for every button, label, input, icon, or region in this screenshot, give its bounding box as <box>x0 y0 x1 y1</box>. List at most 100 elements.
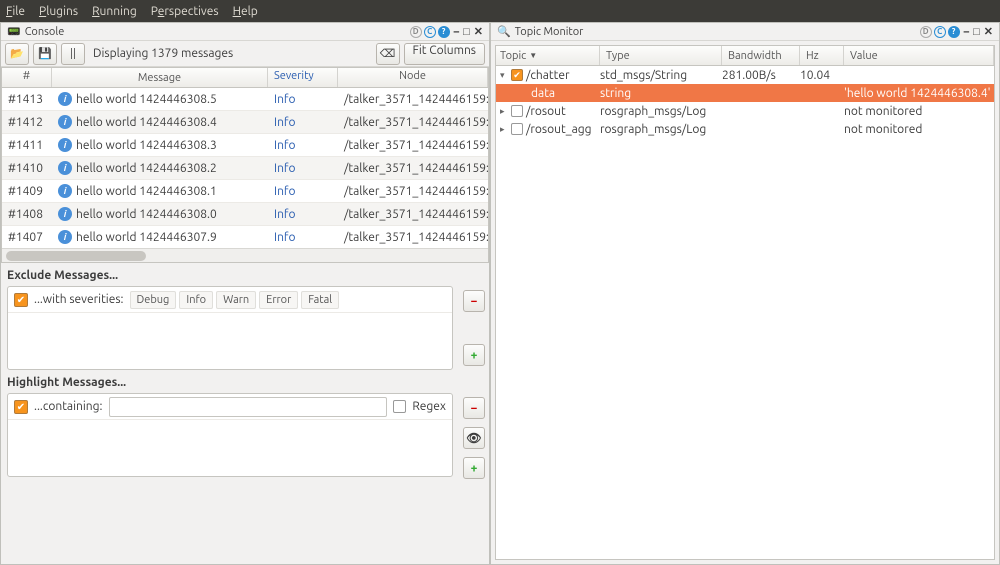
col-severity[interactable]: Severity <box>268 68 338 87</box>
regex-label: Regex <box>412 400 446 413</box>
menu-help[interactable]: Help <box>233 5 258 18</box>
help-icon[interactable]: ? <box>948 26 960 38</box>
row-index: #1407 <box>2 229 52 246</box>
topic-type-cell: std_msgs/String <box>600 69 722 82</box>
table-row[interactable]: #1408ihello world 1424446308.0Info/talke… <box>2 203 488 226</box>
row-severity: Info <box>268 114 338 131</box>
topic-monitor-title: Topic Monitor <box>515 26 584 38</box>
info-icon: i <box>58 230 72 244</box>
col-value[interactable]: Value <box>844 46 994 65</box>
row-index: #1413 <box>2 91 52 108</box>
console-icon: 📟 <box>7 25 21 38</box>
menu-perspectives[interactable]: Perspectives <box>151 5 219 18</box>
topic-name-cell: ▾✔/chatter <box>496 69 600 82</box>
highlight-text-input[interactable] <box>109 397 388 417</box>
highlight-checkbox[interactable]: ✔ <box>14 400 28 414</box>
table-row[interactable]: #1413ihello world 1424446308.5Info/talke… <box>2 88 488 111</box>
topic-name-cell: ▸/rosout_agg <box>496 123 600 136</box>
maximize-button[interactable]: □ <box>463 26 470 38</box>
minimize-button[interactable]: – <box>454 26 460 38</box>
remove-highlight-button[interactable]: − <box>463 397 485 419</box>
topic-type-cell: rosgraph_msgs/Log <box>600 123 722 136</box>
col-index[interactable]: # <box>2 68 52 87</box>
console-titlebar: 📟 Console D C ? – □ ✕ <box>1 23 489 41</box>
topic-name-cell: data <box>496 87 600 100</box>
row-index: #1408 <box>2 206 52 223</box>
topic-checkbox[interactable] <box>511 105 523 117</box>
topic-monitor-titlebar: 🔍 Topic Monitor D C ? – □ ✕ <box>491 23 999 41</box>
row-severity: Info <box>268 183 338 200</box>
topic-type-cell: rosgraph_msgs/Log <box>600 105 722 118</box>
severity-fatal-button[interactable]: Fatal <box>301 291 339 309</box>
open-button[interactable]: 📂 <box>5 43 29 65</box>
menu-running[interactable]: Running <box>92 5 137 18</box>
topic-checkbox[interactable]: ✔ <box>511 69 523 81</box>
row-message: ihello world 1424446308.0 <box>52 205 268 223</box>
menu-plugins[interactable]: Plugins <box>39 5 78 18</box>
remove-filter-button[interactable]: − <box>463 290 485 312</box>
topic-row[interactable]: ▾✔/chatterstd_msgs/String281.00B/s10.04 <box>496 66 994 84</box>
col-bandwidth[interactable]: Bandwidth <box>722 46 800 65</box>
row-node: /talker_3571_1424446159: <box>338 114 488 131</box>
topics-table: Topic▼ Type Bandwidth Hz Value ▾✔/chatte… <box>495 45 995 560</box>
severity-info-button[interactable]: Info <box>179 291 213 309</box>
config-icon[interactable]: C <box>424 26 436 38</box>
table-row[interactable]: #1411ihello world 1424446308.3Info/talke… <box>2 134 488 157</box>
topics-body[interactable]: ▾✔/chatterstd_msgs/String281.00B/s10.04d… <box>496 66 994 138</box>
expand-arrow-icon[interactable]: ▾ <box>500 70 508 81</box>
dock-icon[interactable]: D <box>410 26 422 38</box>
info-icon: i <box>58 184 72 198</box>
expand-arrow-icon[interactable]: ▸ <box>500 106 508 117</box>
pause-button[interactable]: || <box>61 43 85 65</box>
col-node[interactable]: Node <box>338 68 488 87</box>
topic-row[interactable]: ▸/rosout_aggrosgraph_msgs/Lognot monitor… <box>496 120 994 138</box>
row-node: /talker_3571_1424446159: <box>338 206 488 223</box>
row-message: ihello world 1424446307.9 <box>52 228 268 246</box>
table-row[interactable]: #1412ihello world 1424446308.4Info/talke… <box>2 111 488 134</box>
messages-table: # Message Severity Node #1413ihello worl… <box>1 67 489 263</box>
col-message[interactable]: Message <box>52 68 268 87</box>
row-message: ihello world 1424446308.2 <box>52 159 268 177</box>
col-hz[interactable]: Hz <box>800 46 844 65</box>
dock-icon[interactable]: D <box>920 26 932 38</box>
close-button[interactable]: ✕ <box>474 25 483 38</box>
row-message: ihello world 1424446308.4 <box>52 113 268 131</box>
menu-file[interactable]: File <box>6 5 25 18</box>
close-button[interactable]: ✕ <box>984 25 993 38</box>
messages-body[interactable]: #1413ihello world 1424446308.5Info/talke… <box>2 88 488 248</box>
severity-debug-button[interactable]: Debug <box>130 291 177 309</box>
clear-button[interactable]: ⌫ <box>376 43 400 65</box>
col-topic[interactable]: Topic▼ <box>496 46 600 65</box>
table-row[interactable]: #1409ihello world 1424446308.1Info/talke… <box>2 180 488 203</box>
exclude-label: Exclude Messages... <box>1 263 489 286</box>
severity-warn-button[interactable]: Warn <box>216 291 256 309</box>
regex-checkbox[interactable] <box>393 400 406 413</box>
row-severity: Info <box>268 160 338 177</box>
topic-row[interactable]: ▸/rosoutrosgraph_msgs/Lognot monitored <box>496 102 994 120</box>
horizontal-scrollbar[interactable] <box>2 248 488 262</box>
help-icon[interactable]: ? <box>438 26 450 38</box>
row-node: /talker_3571_1424446159: <box>338 160 488 177</box>
expand-arrow-icon[interactable]: ▸ <box>500 124 508 135</box>
severity-error-button[interactable]: Error <box>259 291 298 309</box>
topic-checkbox[interactable] <box>511 123 523 135</box>
console-panel: 📟 Console D C ? – □ ✕ 📂 💾 || Displaying … <box>0 22 490 565</box>
info-icon: i <box>58 92 72 106</box>
config-icon[interactable]: C <box>934 26 946 38</box>
topic-value-cell: 'hello world 1424446308.4' <box>844 87 994 100</box>
fit-columns-button[interactable]: Fit Columns <box>404 43 485 65</box>
add-filter-button[interactable]: + <box>463 344 485 366</box>
table-row[interactable]: #1407ihello world 1424446307.9Info/talke… <box>2 226 488 248</box>
topic-row[interactable]: datastring'hello world 1424446308.4' <box>496 84 994 102</box>
save-button[interactable]: 💾 <box>33 43 57 65</box>
row-index: #1409 <box>2 183 52 200</box>
message-count-label: Displaying 1379 messages <box>93 47 233 60</box>
highlight-options-button[interactable]: 👁 <box>463 427 485 449</box>
exclude-checkbox[interactable]: ✔ <box>14 293 28 307</box>
maximize-button[interactable]: □ <box>973 26 980 38</box>
minimize-button[interactable]: – <box>964 26 970 38</box>
col-type[interactable]: Type <box>600 46 722 65</box>
row-severity: Info <box>268 229 338 246</box>
table-row[interactable]: #1410ihello world 1424446308.2Info/talke… <box>2 157 488 180</box>
add-highlight-button[interactable]: + <box>463 457 485 479</box>
